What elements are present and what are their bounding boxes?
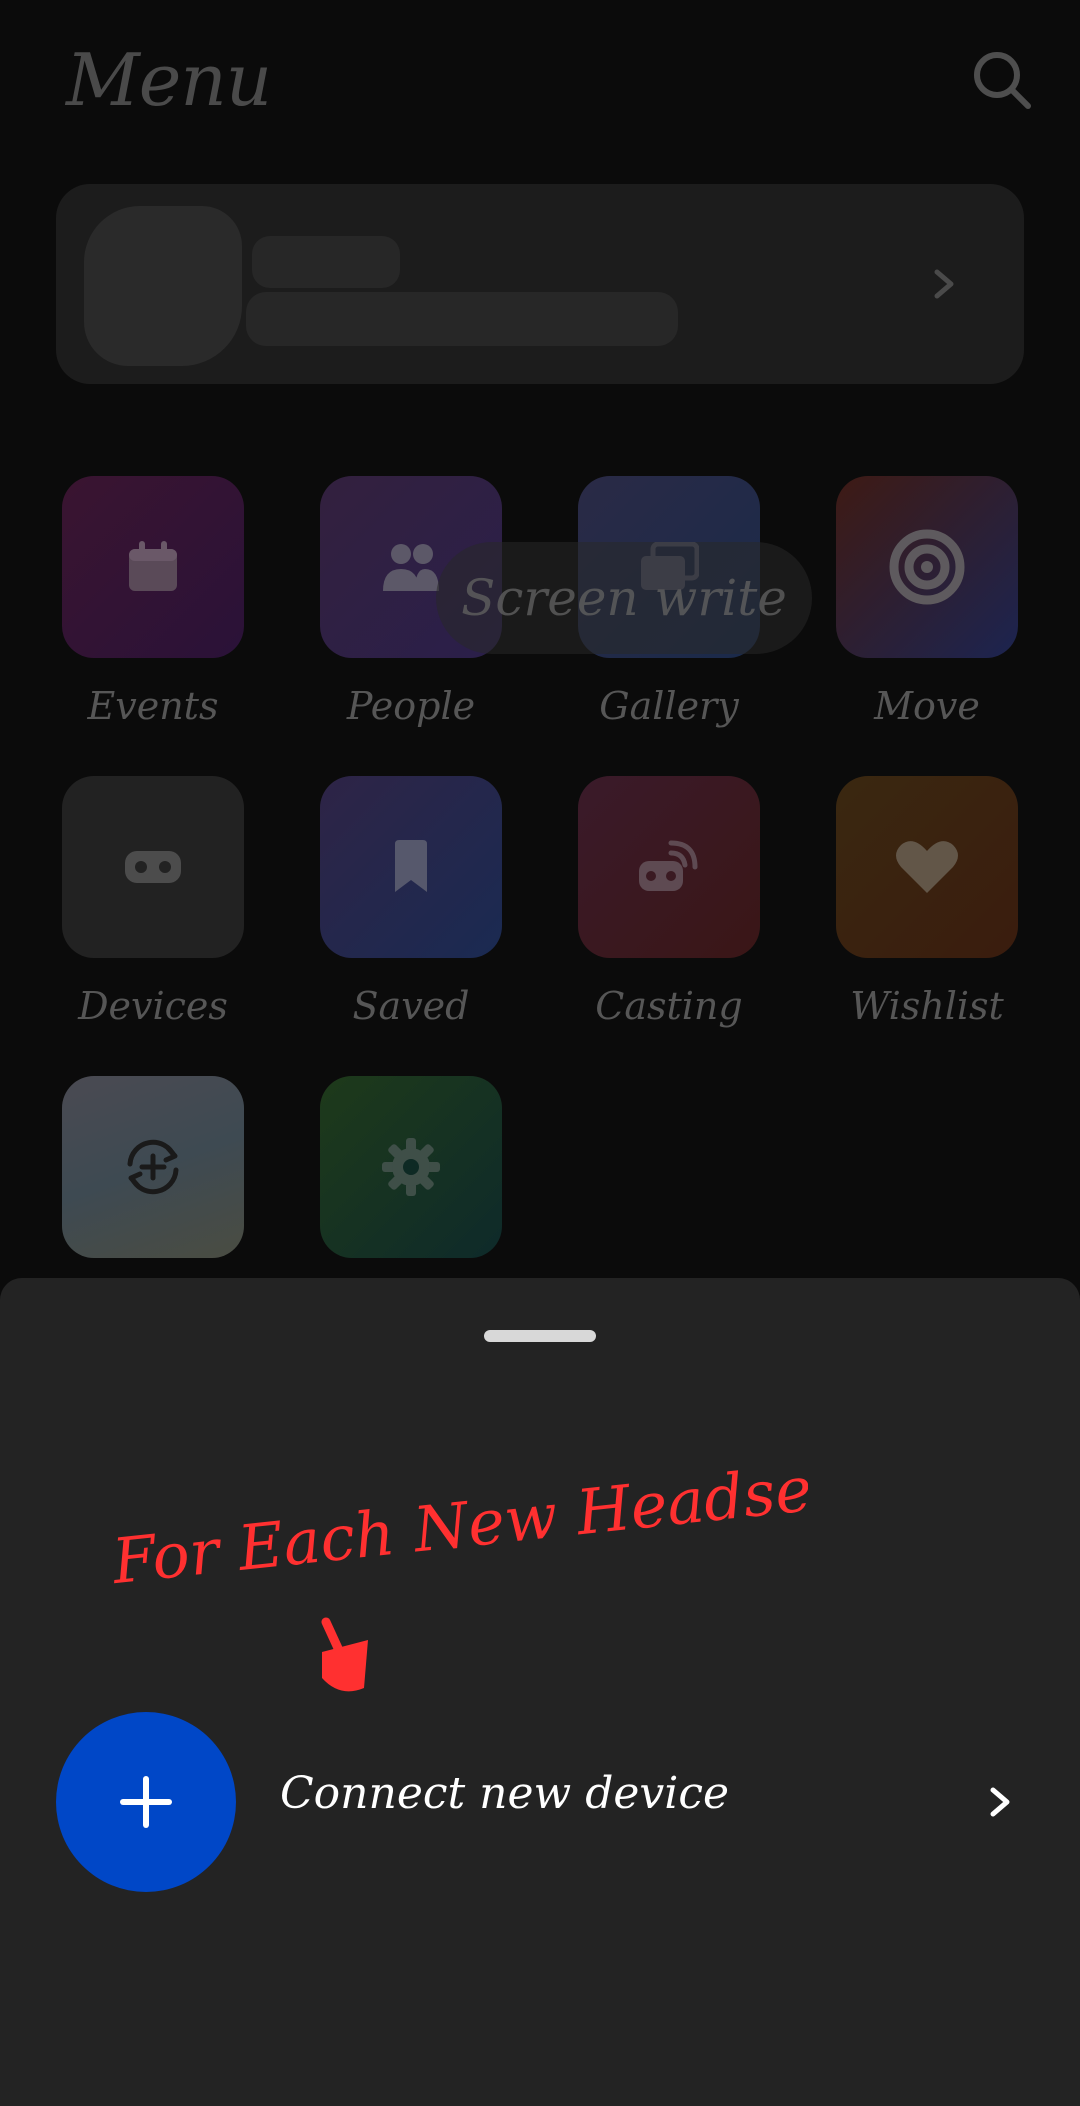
wishlist-tile[interactable] [836,776,1018,958]
sheet-drag-handle[interactable] [484,1330,596,1342]
connect-device-button[interactable] [56,1712,236,1892]
move-ring-icon [889,529,965,605]
devices-tile[interactable] [62,776,244,958]
casting-icon [639,840,698,891]
tile-label-casting: Casting [595,984,743,1028]
tile-label-events: Events [87,684,219,728]
tile-label-devices: Devices [78,984,228,1028]
profile-card[interactable] [56,184,1024,384]
plus-icon [120,1776,172,1828]
saved-tile[interactable] [320,776,502,958]
tile-label-move: Move [874,684,980,728]
annotation-text: For Each New Headset [108,1449,808,1598]
chevron-right-icon [990,1787,1010,1817]
gear-icon [382,1138,440,1196]
events-tile[interactable] [62,476,244,658]
handwritten-annotation: For Each New Headset [108,1449,808,1692]
tile-label-wishlist: Wishlist [850,984,1004,1028]
sync-add-tile[interactable] [62,1076,244,1258]
casting-tile[interactable] [578,776,760,958]
bottom-sheet: For Each New Headset Connect new device [0,1278,1080,2106]
sync-add-icon [127,1139,179,1195]
tile-label-people: People [346,684,476,728]
calendar-icon [129,541,177,591]
screenwrite-watermark: Screen write [436,542,812,654]
chevron-right-icon [934,269,954,299]
search-icon[interactable] [970,48,1034,112]
profile-name-redacted [252,236,400,288]
avatar [84,206,242,366]
page-title: Menu [66,38,272,122]
profile-detail-redacted [246,292,678,346]
tile-label-gallery: Gallery [599,684,739,728]
headset-icon [125,851,181,883]
bookmark-icon [395,840,427,892]
people-icon [383,544,439,591]
tile-label-saved: Saved [352,984,470,1028]
menu-screen: Menu Events People Gallery Move Screen w… [0,0,1080,1280]
move-tile[interactable] [836,476,1018,658]
connect-new-device-label: Connect new device [280,1768,730,1819]
heart-icon [896,841,958,893]
settings-tile[interactable] [320,1076,502,1258]
connect-new-device-row[interactable]: Connect new device [56,1712,1024,1892]
